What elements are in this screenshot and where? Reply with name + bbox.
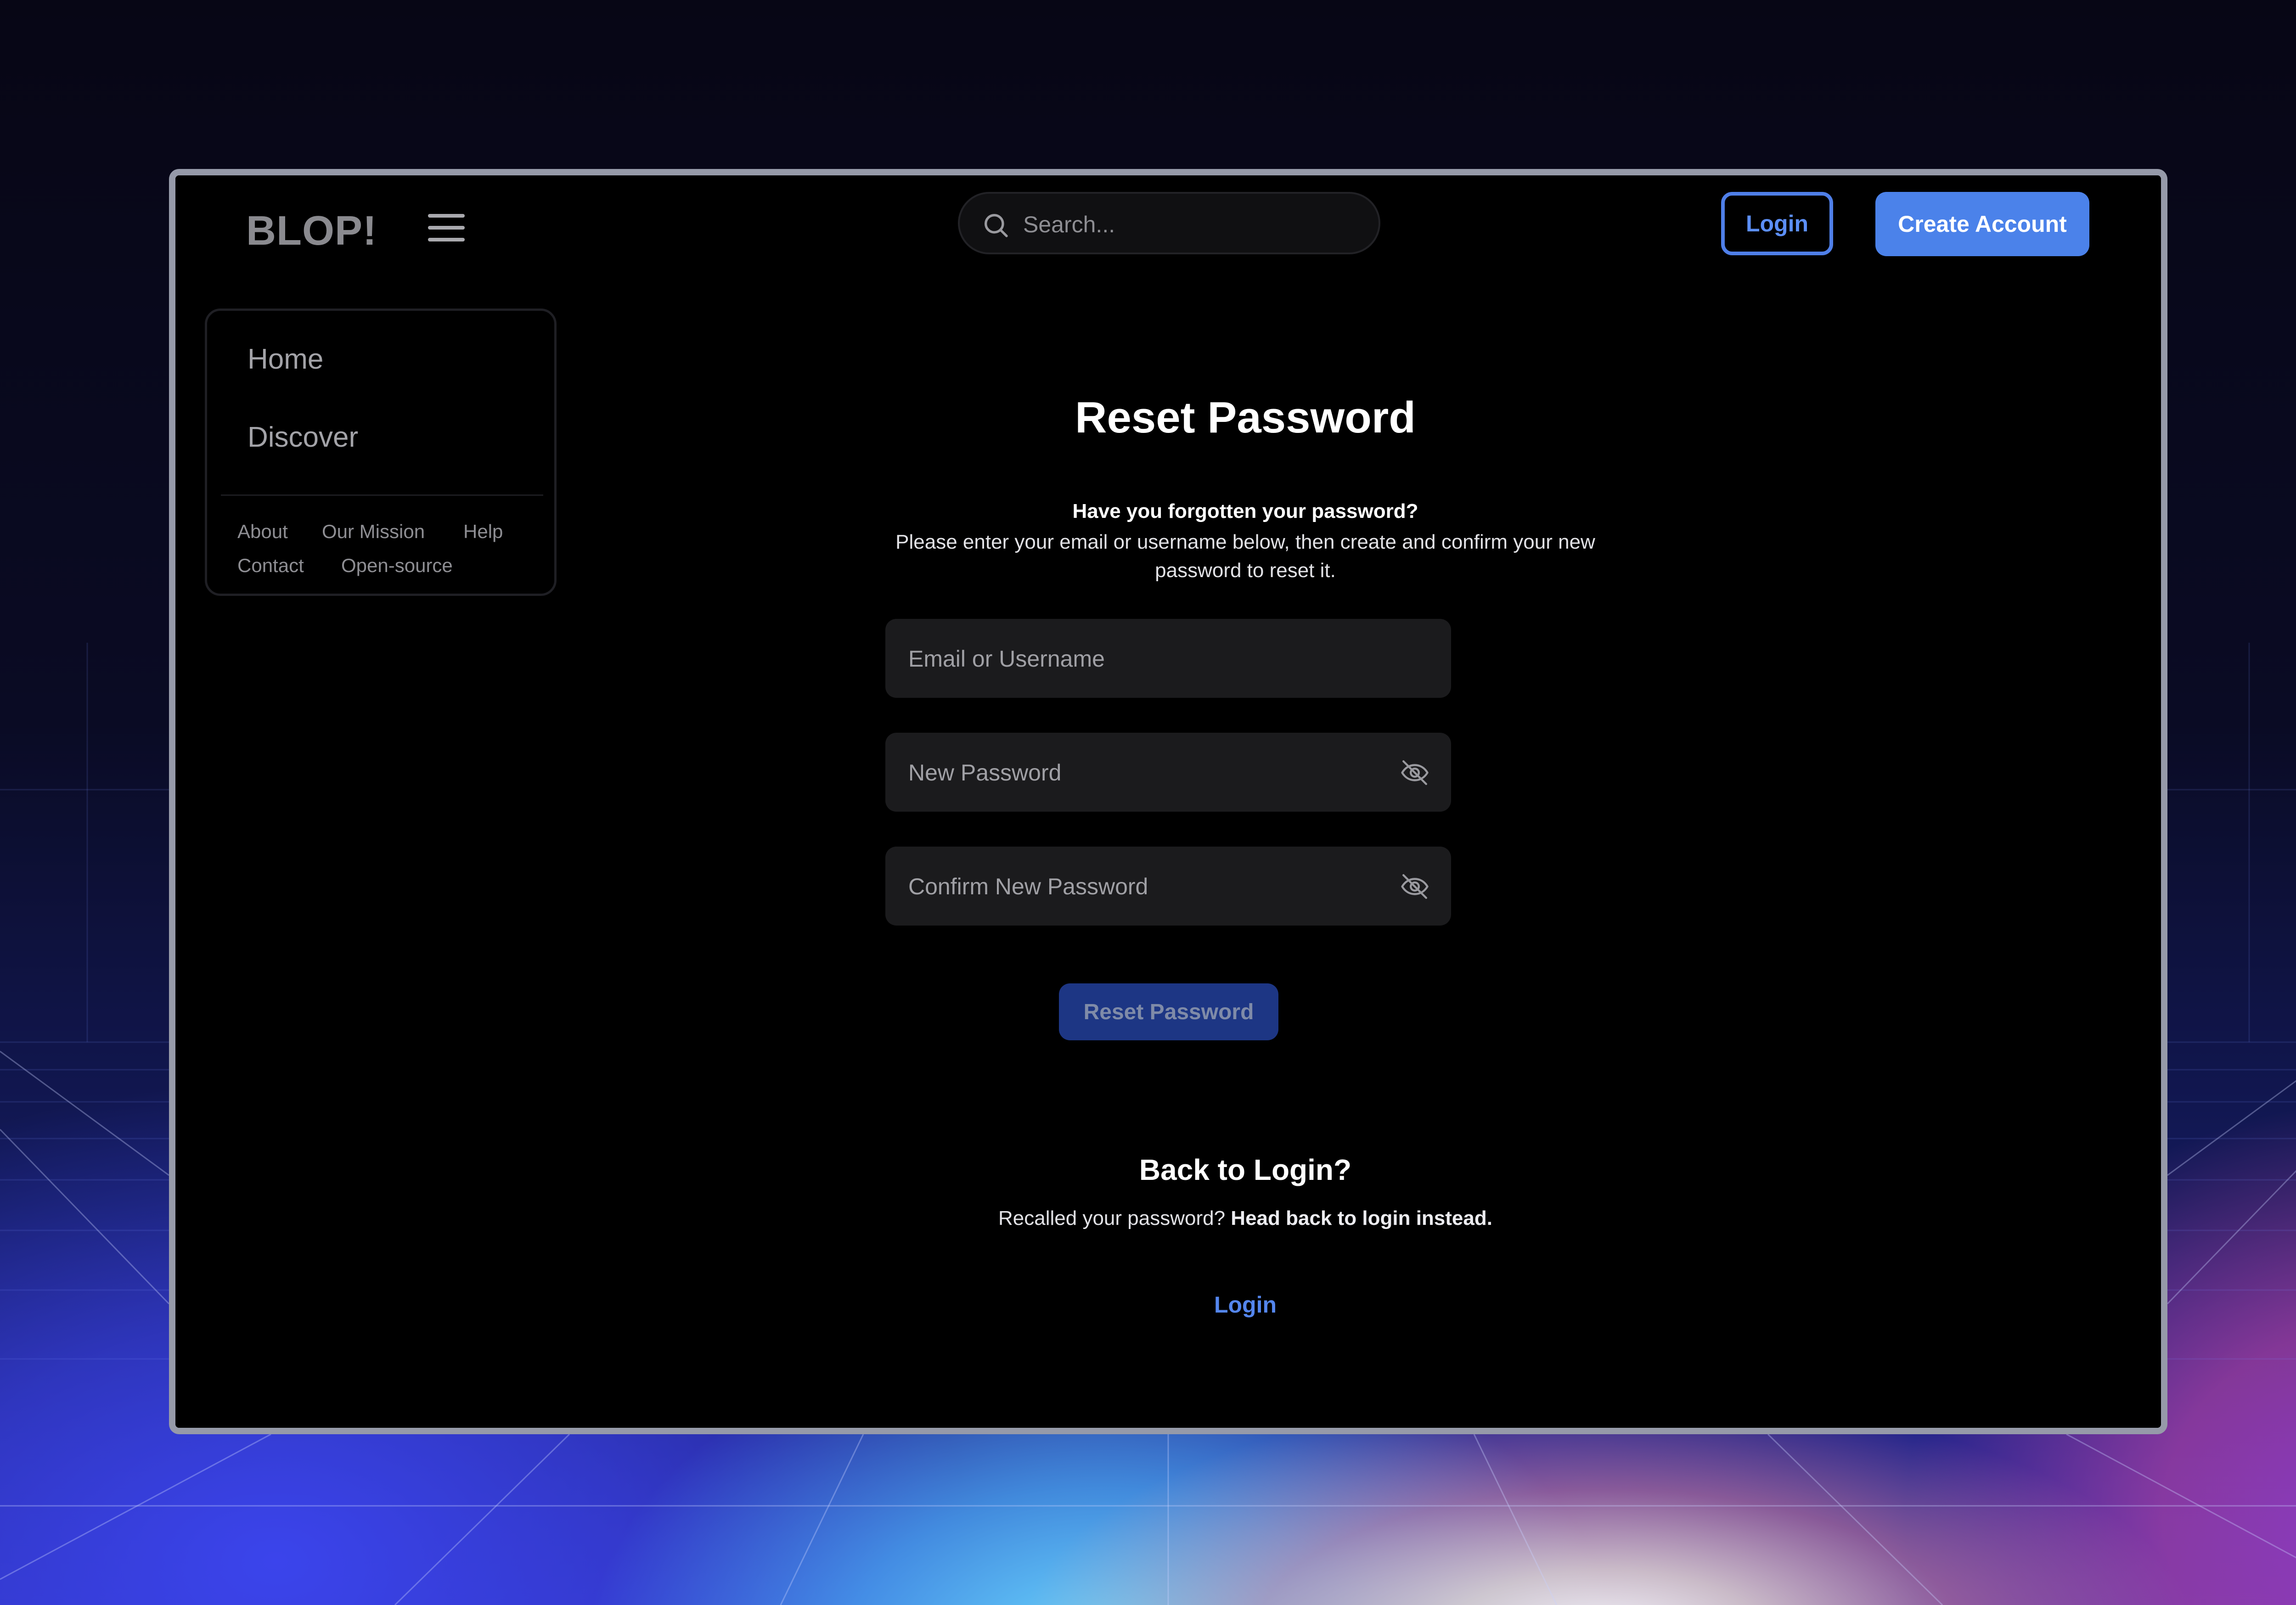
footer-link-help[interactable]: Help (463, 519, 503, 544)
back-text-plain: Recalled your password? (998, 1207, 1226, 1229)
search-bar[interactable] (958, 192, 1380, 254)
confirm-password-field[interactable] (885, 847, 1451, 926)
email-field[interactable] (885, 619, 1451, 698)
footer-link-about[interactable]: About (237, 519, 288, 544)
hamburger-menu-icon[interactable] (427, 211, 467, 244)
create-account-button[interactable]: Create Account (1875, 192, 2089, 256)
new-password-input[interactable] (907, 751, 1368, 794)
login-link-container: Login (681, 1290, 1810, 1319)
sidebar-item-discover[interactable]: Discover (248, 419, 358, 456)
eye-off-icon[interactable] (1400, 758, 1430, 788)
logo[interactable]: BLOP! (246, 206, 377, 256)
login-button[interactable]: Login (1721, 192, 1833, 255)
search-input[interactable] (1022, 205, 1364, 244)
app-content: BLOP! Login Create Account Home Discover… (175, 175, 2161, 1428)
back-to-login-text: Recalled your password? Head back to log… (681, 1205, 1810, 1232)
back-text-bold: Head back to login instead. (1231, 1207, 1492, 1229)
eye-off-icon[interactable] (1400, 871, 1430, 902)
email-input[interactable] (907, 637, 1368, 680)
search-icon (985, 214, 1008, 237)
sidebar-divider (221, 494, 543, 496)
intro-question: Have you forgotten your password? (1072, 500, 1418, 522)
confirm-password-input[interactable] (907, 865, 1368, 908)
footer-link-our-mission[interactable]: Our Mission (322, 519, 425, 544)
page-title: Reset Password (1075, 393, 1416, 442)
menu-bar (428, 214, 465, 218)
reset-password-button[interactable]: Reset Password (1059, 983, 1278, 1040)
back-to-login-heading: Back to Login? (1139, 1153, 1352, 1186)
sidebar: Home Discover About Our Mission Help Con… (205, 309, 557, 596)
menu-bar (428, 238, 465, 241)
app-window: BLOP! Login Create Account Home Discover… (169, 169, 2167, 1434)
footer-link-contact[interactable]: Contact (237, 553, 304, 578)
sidebar-item-home[interactable]: Home (248, 341, 323, 378)
footer-link-open-source[interactable]: Open-source (341, 553, 453, 578)
login-link[interactable]: Login (1214, 1292, 1277, 1318)
new-password-field[interactable] (885, 733, 1451, 812)
intro-text: Please enter your email or username belo… (895, 531, 1595, 582)
menu-bar (428, 226, 465, 230)
